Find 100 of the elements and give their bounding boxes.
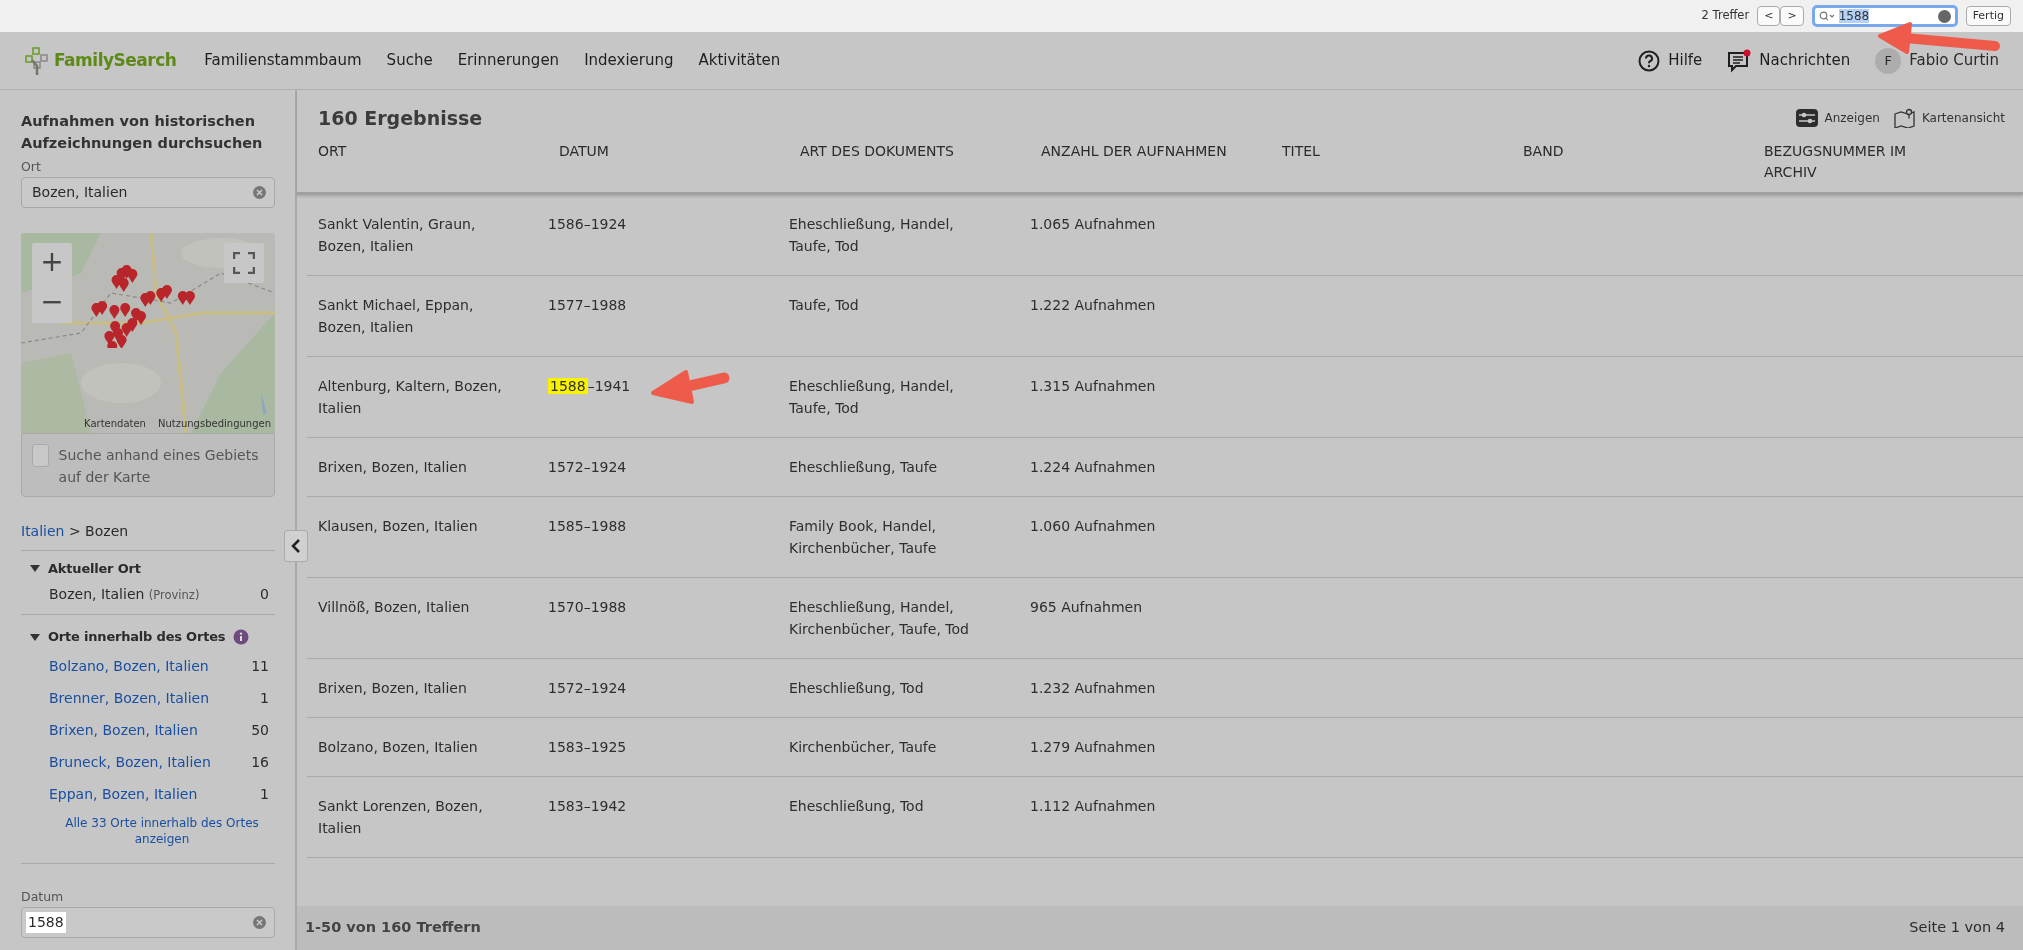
count: 11 [251, 657, 269, 677]
table-cell-text: Sankt Valentin, Graun, Bozen, Italien [317, 215, 477, 256]
count: 50 [251, 721, 269, 741]
table-cell-text: Eheschließung, Handel, Taufe, Tod [789, 377, 955, 418]
user-menu[interactable]: F Fabio Curtin [1875, 47, 1999, 74]
table-cell-text: Eheschließung, Handel, Kirchenbücher, Taufe, Tod [789, 598, 970, 639]
count: 16 [251, 753, 269, 773]
table-cell-text: Sankt Michael, Eppan, Bozen, Italien [317, 296, 475, 337]
breadcrumb-current: Bozen [85, 522, 129, 539]
column-header[interactable]: ANZAHL DER AUFNAHMEN [1041, 140, 1282, 183]
table-cell-text: Eheschließung, Taufe [789, 458, 939, 477]
place-link[interactable]: Eppan, Bozen, Italien [49, 784, 198, 806]
nav-link[interactable]: Familienstammbaum [204, 49, 362, 72]
expand-icon[interactable] [30, 565, 40, 572]
match-count: 2 Treffer [1701, 7, 1750, 25]
results-range: 1-50 von 160 Treffern [305, 918, 481, 938]
display-options-button[interactable]: Anzeigen [1796, 109, 1880, 128]
column-header[interactable]: DATUM [559, 140, 800, 183]
count: 1 [260, 785, 269, 805]
place-link[interactable]: Brixen, Bozen, Italien [49, 720, 198, 742]
table-cell-text: Kirchenbücher, Taufe [789, 738, 938, 757]
help-link[interactable]: Hilfe [1638, 49, 1703, 72]
checkbox-label: Suche anhand eines Gebiets auf der Karte [58, 445, 260, 487]
expand-icon[interactable] [30, 633, 40, 641]
table-cell-text: Eheschließung, Tod [789, 797, 925, 816]
table-cell-text: 965 Aufnahmen [1030, 598, 1143, 617]
table-cell-text: Altenburg, Kaltern, Bozen, Italien [317, 377, 503, 418]
table-cell-text: Brixen, Bozen, Italien [317, 458, 468, 477]
column-header[interactable]: BEZUGSNUMMER IM ARCHIV [1764, 140, 1944, 183]
column-header[interactable]: BAND [1523, 140, 1764, 183]
table-cell-text: 1.222 Aufnahmen [1030, 296, 1157, 315]
previous-match-button[interactable]: < [1757, 6, 1781, 26]
section-heading: Orte innerhalb des Ortes [48, 628, 226, 647]
avatar: F [1875, 47, 1902, 74]
chat-icon [1727, 48, 1752, 73]
date-field[interactable]: 1588 [21, 906, 275, 938]
messages-link[interactable]: Nachrichten [1727, 48, 1851, 73]
current-place: Bozen, Italien (Provinz) [49, 584, 200, 604]
map-data-link[interactable]: Kartendaten [84, 415, 146, 431]
table-cell-text: 1588–1941 [548, 377, 632, 396]
collapse-sidebar-button[interactable] [284, 530, 308, 562]
table-cell-text: 1.279 Aufnahmen [1030, 738, 1157, 757]
count: 1 [260, 689, 269, 709]
table-cell-text: 1583–1925 [548, 738, 628, 757]
table-cell-text: Eheschließung, Tod [789, 679, 925, 698]
table-cell-text: Sankt Lorenzen, Bozen, Italien [317, 797, 484, 838]
table-cell-text: 1570–1988 [548, 598, 628, 617]
chevron-left-icon [291, 538, 301, 554]
done-button[interactable]: Fertig [1965, 6, 2011, 26]
field-label: Ort [21, 158, 42, 176]
fullscreen-button[interactable] [224, 242, 264, 283]
zoom-control[interactable]: + − [32, 242, 72, 323]
table-cell-text: 1.315 Aufnahmen [1030, 377, 1157, 396]
clear-icon[interactable] [253, 915, 266, 929]
search-icon [1818, 11, 1835, 21]
place-link[interactable]: Bruneck, Bozen, Italien [49, 752, 211, 774]
column-header[interactable]: ART DES DOKUMENTS [800, 140, 1041, 183]
show-all-link[interactable]: Alle 33 Orte innerhalb des Ortes anzeigen [49, 814, 275, 847]
table-cell-text: 1.065 Aufnahmen [1030, 215, 1157, 234]
table-cell-text: 1572–1924 [548, 679, 628, 698]
nav-link[interactable]: Indexierung [584, 49, 674, 72]
fullscreen-icon [233, 251, 255, 274]
table-cell-text: Bolzano, Bozen, Italien [317, 738, 479, 757]
checkbox[interactable] [32, 443, 49, 467]
help-icon [1638, 49, 1661, 72]
breadcrumb-link[interactable]: Italien [21, 522, 65, 539]
map-view-button[interactable]: Kartenansicht [1893, 108, 2005, 129]
table-cell-text: 1586–1924 [548, 215, 628, 234]
find-field[interactable]: 1588 [1811, 5, 1958, 27]
breadcrumb-separator: > [68, 522, 81, 539]
table-cell-text: Klausen, Bozen, Italien [317, 517, 479, 536]
terms-link[interactable]: Nutzungsbedingungen [157, 415, 271, 431]
column-header[interactable]: ORT [318, 140, 559, 183]
clear-icon[interactable] [253, 185, 266, 199]
clear-icon[interactable] [1937, 9, 1951, 23]
table-cell-text: 1.232 Aufnahmen [1030, 679, 1157, 698]
map-pin-icon [1893, 108, 1916, 129]
next-match-button[interactable]: > [1780, 6, 1804, 26]
table-cell-text: 1.060 Aufnahmen [1030, 517, 1157, 536]
table-cell-text: 1572–1924 [548, 458, 628, 477]
table-cell-text: 1585–1988 [548, 517, 628, 536]
sidebar-title: Aufnahmen von historischen Aufzeichnungen durchsuchen [21, 112, 264, 153]
column-header[interactable]: TITEL [1282, 140, 1523, 183]
nav-link[interactable]: Suche [386, 49, 433, 72]
nav-link[interactable]: Erinnerungen [457, 49, 560, 72]
sliders-icon [1796, 109, 1819, 128]
table-cell-text: Eheschließung, Handel, Taufe, Tod [789, 215, 955, 256]
table-cell-text: Brixen, Bozen, Italien [317, 679, 468, 698]
table-cell-text: Taufe, Tod [789, 296, 860, 315]
table-cell-text: 1577–1988 [548, 296, 628, 315]
zoom-out-button[interactable]: − [32, 282, 72, 323]
info-icon[interactable] [233, 629, 250, 645]
field-label: Datum [21, 887, 65, 906]
count: 0 [260, 584, 269, 604]
place-field[interactable]: Bozen, Italien [21, 176, 275, 208]
place-link[interactable]: Brenner, Bozen, Italien [49, 688, 210, 710]
section-heading: Aktueller Ort [48, 559, 141, 578]
table-cell-text: 1.112 Aufnahmen [1030, 797, 1157, 816]
nav-link[interactable]: Aktivitäten [698, 49, 781, 72]
place-link[interactable]: Bolzano, Bozen, Italien [49, 656, 209, 678]
